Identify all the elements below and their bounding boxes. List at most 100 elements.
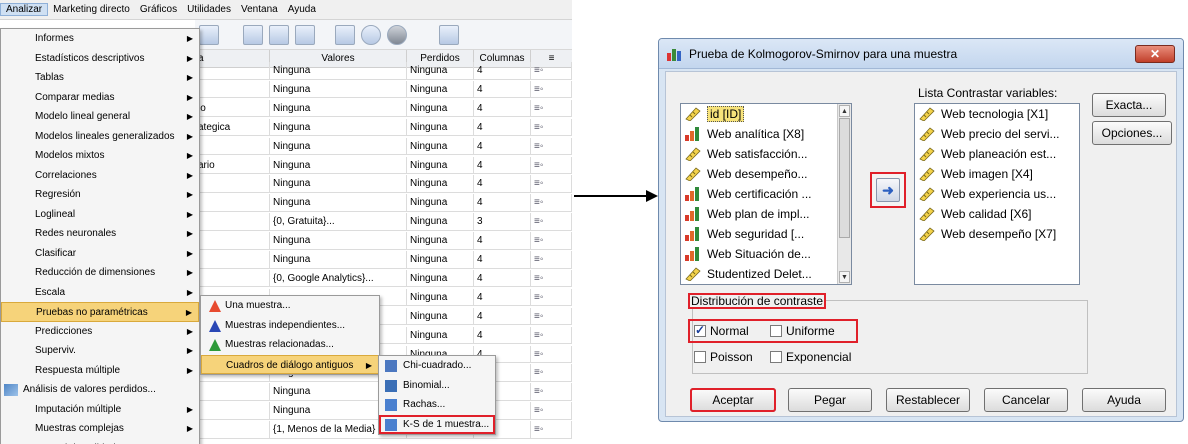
cell-missing[interactable]: Ninguna [407, 194, 474, 212]
list-item[interactable]: Web satisfacción... [681, 144, 851, 164]
cell-name[interactable] [195, 62, 270, 79]
table-row[interactable]: NingunaNinguna4≡◦ [195, 175, 572, 193]
cell-missing[interactable]: Ninguna [407, 307, 474, 325]
list-item[interactable]: Web seguridad [... [681, 224, 851, 244]
analyze-menu-item[interactable]: Respuesta múltiple ▶ [1, 361, 199, 381]
toolbar-table-icon[interactable] [295, 25, 315, 45]
cell-values[interactable]: Ninguna [270, 175, 407, 193]
list-item[interactable]: Web desempeño [X7] [915, 224, 1079, 244]
analyze-menu-item[interactable]: Redes neuronales ▶ [1, 224, 199, 244]
cell-columns[interactable]: 4 [474, 288, 531, 306]
nonparam-menu-item[interactable]: Una muestra... [201, 296, 379, 316]
cell-values[interactable]: Ninguna [270, 251, 407, 268]
help-button[interactable]: Ayuda [1082, 388, 1166, 412]
nonparam-menu-item[interactable]: Muestras relacionadas... [201, 335, 379, 355]
cell-name[interactable] [195, 194, 270, 212]
cell-name[interactable] [195, 421, 270, 439]
cell-columns[interactable]: 4 [474, 269, 531, 287]
toolbar-weight-icon[interactable] [387, 25, 407, 45]
analyze-menu-item[interactable]: Reducción de dimensiones ▶ [1, 263, 199, 283]
cell-values[interactable]: Ninguna [270, 156, 407, 174]
uniform-checkbox[interactable]: Uniforme [770, 324, 835, 338]
analyze-menu-item[interactable]: Comparar medias ▶ [1, 88, 199, 108]
cell-name[interactable] [195, 269, 270, 287]
analyze-menu-item[interactable]: Informes ▶ [1, 29, 199, 49]
legacy-menu-item[interactable]: Rachas... [379, 395, 495, 415]
cell-name[interactable] [195, 402, 270, 420]
cell-columns[interactable]: 4 [474, 326, 531, 344]
table-row[interactable]: {0, Google Analytics}... Ninguna 4 ≡◦ [195, 269, 572, 288]
paste-button[interactable]: Pegar [788, 388, 872, 412]
cell-missing[interactable]: Ninguna [407, 156, 474, 174]
analyze-menu-item[interactable]: Correlaciones ▶ [1, 166, 199, 186]
cell-missing[interactable]: Ninguna [407, 251, 474, 268]
cell-missing[interactable]: Ninguna [407, 62, 474, 79]
cell-values[interactable]: Ninguna [270, 137, 407, 155]
scroll-thumb[interactable] [839, 118, 850, 238]
analyze-menu-item[interactable]: Análisis de valores perdidos... [1, 380, 199, 400]
cell-columns[interactable]: 4 [474, 232, 531, 250]
nonparam-menu-item[interactable]: Cuadros de diálogo antiguos ▶ [201, 354, 379, 374]
cell-name[interactable] [195, 213, 270, 231]
cell-missing[interactable]: Ninguna [407, 137, 474, 155]
analyze-menu-item[interactable]: Muestras complejas ▶ [1, 419, 199, 439]
cell-values[interactable]: Ninguna [270, 232, 407, 250]
list-item[interactable]: Web plan de impl... [681, 204, 851, 224]
nonparam-menu-item[interactable]: Muestras independientes... [201, 316, 379, 336]
cell-missing[interactable]: Ninguna [407, 232, 474, 250]
analyze-menu-item[interactable]: Modelos mixtos ▶ [1, 146, 199, 166]
analyze-menu-item[interactable]: Escala ▶ [1, 283, 199, 303]
list-item[interactable]: Web precio del servi... [915, 124, 1079, 144]
analyze-menu-item[interactable]: Imputación múltiple ▶ [1, 400, 199, 420]
options-button[interactable]: Opciones... [1092, 121, 1172, 145]
menu-ayuda[interactable]: Ayuda [283, 4, 321, 15]
cell-missing[interactable]: Ninguna [407, 80, 474, 98]
toolbar-scale-icon[interactable] [269, 25, 289, 45]
cell-missing[interactable]: Ninguna [407, 118, 474, 136]
analyze-menu-item[interactable]: Modelos lineales generalizados ▶ [1, 127, 199, 147]
list-item[interactable]: Web planeación est... [915, 144, 1079, 164]
normal-checkbox[interactable]: Normal [694, 323, 749, 338]
analyze-menu-item[interactable]: Clasificar ▶ [1, 244, 199, 264]
analyze-menu-item[interactable]: Modelo lineal general ▶ [1, 107, 199, 127]
cell-name[interactable] [195, 383, 270, 401]
cell-columns[interactable]: 4 [474, 62, 531, 79]
poisson-checkbox[interactable]: Poisson [694, 350, 753, 364]
toolbar-split-icon[interactable] [335, 25, 355, 45]
menu-graficos[interactable]: Gráficos [135, 4, 182, 15]
cell-name[interactable]: io [195, 99, 270, 117]
analyze-menu-item[interactable]: Superviv. ▶ [1, 341, 199, 361]
cell-values[interactable]: Ninguna [270, 118, 407, 136]
table-row[interactable]: io Ninguna Ninguna 4 ≡◦ [195, 99, 572, 118]
list-item[interactable]: Web experiencia us... [915, 184, 1079, 204]
cell-columns[interactable]: 4 [474, 307, 531, 325]
table-row[interactable]: NingunaNinguna4≡◦ [195, 232, 572, 250]
cell-columns[interactable]: 4 [474, 194, 531, 212]
cell-values[interactable]: Ninguna [270, 99, 407, 117]
cell-columns[interactable]: 4 [474, 118, 531, 136]
cell-missing[interactable]: Ninguna [407, 99, 474, 117]
toolbar-spell-icon[interactable] [439, 25, 459, 45]
table-row[interactable]: NingunaNinguna4≡◦ [195, 62, 572, 80]
source-list-scrollbar[interactable]: ▲ ▼ [837, 104, 851, 284]
list-item[interactable]: Web tecnologia [X1] [915, 104, 1079, 124]
cell-columns[interactable]: 4 [474, 137, 531, 155]
analyze-menu-item[interactable]: Predicciones ▶ [1, 322, 199, 342]
analyze-menu-item[interactable]: Loglineal ▶ [1, 205, 199, 225]
cell-columns[interactable]: 3 [474, 213, 531, 231]
toolbar-tool-icon[interactable] [199, 25, 219, 45]
table-row[interactable]: {0, Gratuita}... Ninguna 3 ≡◦ [195, 213, 572, 231]
list-item[interactable]: id [ID] [681, 104, 851, 124]
menu-marketing[interactable]: Marketing directo [48, 4, 135, 15]
list-item[interactable]: Web Situación de... [681, 244, 851, 264]
table-row[interactable]: NingunaNinguna4≡◦ [195, 251, 572, 269]
exact-button[interactable]: Exacta... [1092, 93, 1166, 117]
source-variable-list[interactable]: id [ID] Web analítica [X8] Web satisfacció… [680, 103, 852, 285]
cell-missing[interactable]: Ninguna [407, 175, 474, 193]
close-button[interactable]: ✕ [1135, 45, 1175, 63]
cell-name[interactable] [195, 232, 270, 250]
test-variable-list[interactable]: Web tecnologia [X1] Web precio del servi.… [914, 103, 1080, 285]
list-item[interactable]: Web analítica [X8] [681, 124, 851, 144]
menu-ventana[interactable]: Ventana [236, 4, 283, 15]
list-item[interactable]: Web certificación ... [681, 184, 851, 204]
